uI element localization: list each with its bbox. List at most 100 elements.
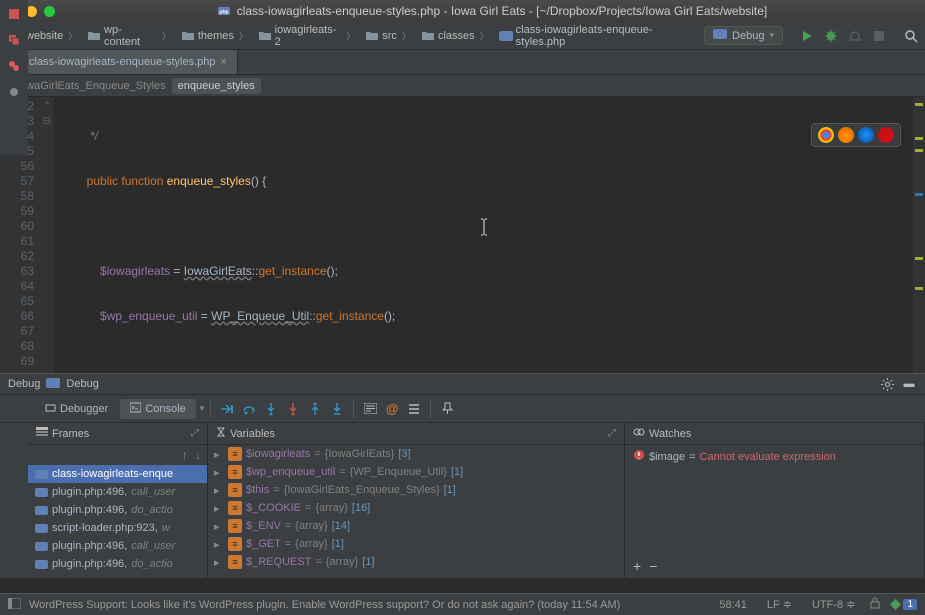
close-tab-icon[interactable]: × (220, 56, 226, 68)
warning-marker[interactable] (915, 149, 923, 152)
warning-marker[interactable] (915, 137, 923, 140)
tab-console[interactable]: Console (120, 399, 195, 419)
variable-item[interactable]: ▸≡ $this = {IowaGirlEats_Enqueue_Styles}… (208, 481, 624, 499)
at-icon[interactable]: @ (382, 399, 402, 419)
breadcrumb-themes[interactable]: themes〉 (178, 27, 253, 45)
info-marker[interactable] (915, 193, 923, 196)
browser-preview-bar (811, 123, 901, 147)
error-icon (633, 449, 645, 464)
variable-item[interactable]: ▸≡ $_ENV = {array} [14] (208, 517, 624, 535)
expand-icon[interactable]: ▸ (214, 520, 224, 533)
minimize-panel-icon[interactable]: ▬ (901, 376, 917, 392)
lock-icon[interactable] (870, 597, 880, 612)
variable-item[interactable]: ▸≡ $_GET = {array} [1] (208, 535, 624, 553)
mute-breakpoints-button[interactable] (4, 82, 24, 102)
cursor-position[interactable]: 58:41 (714, 598, 752, 612)
watches-list[interactable]: $image = Cannot evaluate expression (625, 445, 924, 554)
opera-icon[interactable] (878, 127, 894, 143)
frames-header: Frames ⤢ (28, 423, 207, 445)
frame-item[interactable]: class-iowagirleats-enque (28, 465, 207, 483)
frame-item[interactable]: script-loader.php:923, w (28, 519, 207, 537)
warning-marker[interactable] (915, 287, 923, 290)
line-ending-selector[interactable]: LF ≑ (762, 597, 797, 612)
tool-window-icon[interactable] (8, 598, 21, 612)
chevron-down-icon[interactable]: ▾ (200, 403, 205, 414)
breadcrumb-classes[interactable]: classes〉 (418, 27, 494, 45)
fold-gutter[interactable]: ⌃⊟ (40, 97, 54, 373)
folder-icon (365, 29, 379, 43)
next-frame-button[interactable]: ↓ (195, 448, 201, 462)
evaluate-expression-button[interactable] (360, 399, 380, 419)
gear-icon[interactable] (879, 376, 895, 392)
frames-panel: Frames ⤢ ↑ ↓ class-iowagirleats-enque pl… (28, 423, 208, 578)
expand-icon[interactable]: ▸ (214, 538, 224, 551)
collapse-icon[interactable]: ⤢ (191, 428, 199, 439)
variable-item[interactable]: ▸≡ $wp_enqueue_util = {WP_Enqueue_Util} … (208, 463, 624, 481)
zoom-window-icon[interactable] (44, 6, 55, 17)
remove-watch-button[interactable]: − (649, 558, 657, 574)
status-message[interactable]: WordPress Support: Looks like it's WordP… (29, 599, 620, 611)
breadcrumb-iowagirleats-2[interactable]: iowagirleats-2〉 (255, 22, 360, 50)
tab-file[interactable]: class-iowagirleats-enqueue-styles.php × (0, 50, 238, 74)
debug-config-name: Debug (66, 378, 98, 390)
expand-icon[interactable]: ▸ (214, 466, 224, 479)
close-sessions-button[interactable] (4, 30, 24, 50)
stop-button[interactable] (4, 4, 24, 24)
expand-icon[interactable]: ▸ (214, 502, 224, 515)
show-execution-point-button[interactable] (217, 399, 237, 419)
expand-icon[interactable]: ▸ (214, 448, 224, 461)
breadcrumb-method[interactable]: enqueue_styles (172, 78, 261, 94)
step-out-button[interactable] (305, 399, 325, 419)
run-to-cursor-button[interactable] (327, 399, 347, 419)
firefox-icon[interactable] (838, 127, 854, 143)
debug-side-toolbar (0, 0, 28, 155)
frame-item[interactable]: plugin.php:496, call_user (28, 483, 207, 501)
breadcrumb-file[interactable]: class-iowagirleats-enqueue-styles.php (496, 22, 702, 50)
encoding-selector[interactable]: UTF-8 ≑ (807, 597, 860, 612)
watch-item[interactable]: $image = Cannot evaluate expression (625, 445, 924, 468)
run-config-selector[interactable]: Debug ▾ (704, 26, 783, 45)
code-editor[interactable]: 52 53 54 55 56 57 58 59 60 61 62 63 64 6… (0, 97, 925, 373)
breadcrumb-class[interactable]: \IowaGirlEats_Enqueue_Styles (8, 78, 172, 94)
frame-item[interactable]: plugin.php:496, call_user (28, 537, 207, 555)
safari-icon[interactable] (858, 127, 874, 143)
warning-marker[interactable] (915, 257, 923, 260)
breadcrumb-wp-content[interactable]: wp-content〉 (84, 22, 176, 50)
tab-debugger[interactable]: Debugger (35, 399, 118, 419)
collapse-icon[interactable]: ⤢ (608, 428, 616, 439)
breakpoint-line[interactable]: 58 (0, 189, 34, 204)
code-area[interactable]: */ public function enqueue_styles() { $i… (54, 97, 913, 373)
variables-list[interactable]: ▸≡ $iowagirleats = {IowaGirlEats} [3] ▸≡… (208, 445, 624, 578)
prev-frame-button[interactable]: ↑ (182, 448, 188, 462)
search-icon[interactable] (903, 28, 919, 44)
variable-item[interactable]: ▸≡ $_COOKIE = {array} [16] (208, 499, 624, 517)
chrome-icon[interactable] (818, 127, 834, 143)
frame-item[interactable]: plugin.php:496, do_actio (28, 501, 207, 519)
frame-item[interactable]: plugin.php:496, do_actio (28, 555, 207, 573)
debugger-listener-icon[interactable] (847, 28, 863, 44)
step-over-button[interactable] (239, 399, 259, 419)
warning-marker[interactable] (915, 103, 923, 106)
variable-item[interactable]: ▸≡ $iowagirleats = {IowaGirlEats} [3] (208, 445, 624, 463)
frames-list[interactable]: class-iowagirleats-enque plugin.php:496,… (28, 465, 207, 578)
settings-list-icon[interactable] (404, 399, 424, 419)
breadcrumb-src[interactable]: src〉 (362, 27, 416, 45)
debug-tool-header: Debug Debug ▬ (0, 373, 925, 395)
force-step-into-button[interactable] (283, 399, 303, 419)
step-into-button[interactable] (261, 399, 281, 419)
variable-type-icon: ≡ (228, 537, 242, 551)
expand-icon[interactable]: ▸ (214, 556, 224, 569)
stop-button[interactable] (871, 28, 887, 44)
debug-button[interactable] (823, 28, 839, 44)
debug-panels: Frames ⤢ ↑ ↓ class-iowagirleats-enque pl… (0, 423, 925, 578)
view-breakpoints-button[interactable] (4, 56, 24, 76)
debug-toolbar: Debugger Console ▾ @ (0, 395, 925, 423)
variable-item[interactable]: ▸≡ $_REQUEST = {array} [1] (208, 553, 624, 571)
folder-icon (258, 29, 272, 43)
add-watch-button[interactable]: + (633, 558, 641, 574)
expand-icon[interactable]: ▸ (214, 484, 224, 497)
marker-bar[interactable] (913, 97, 925, 373)
git-indicator[interactable]: 1 (890, 599, 917, 610)
run-button[interactable] (799, 28, 815, 44)
pin-tab-button[interactable] (437, 399, 457, 419)
